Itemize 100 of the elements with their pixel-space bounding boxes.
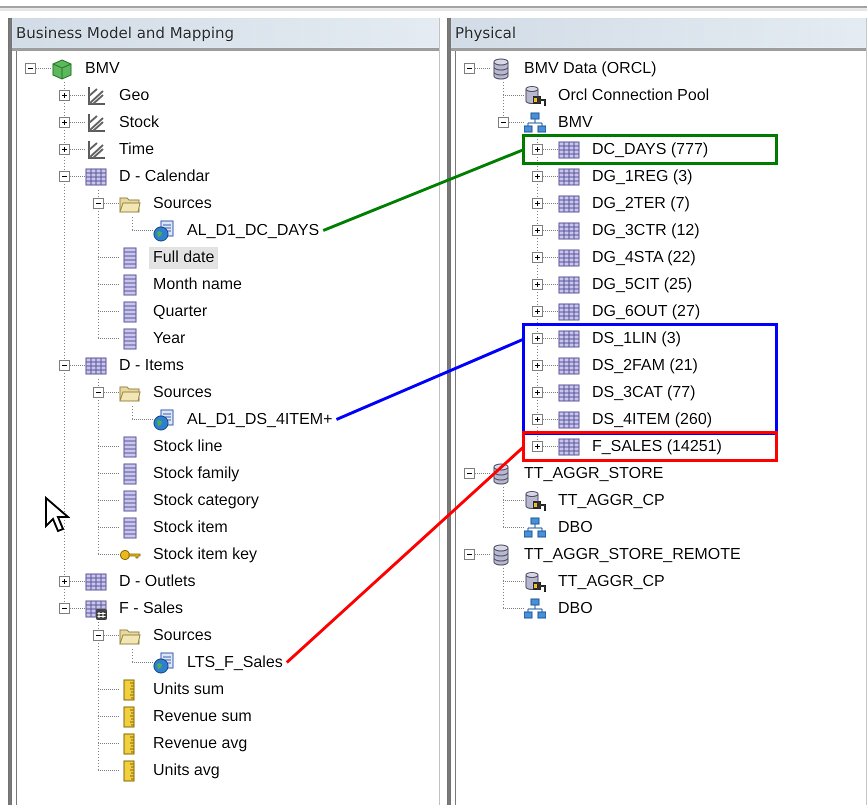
expand-toggle[interactable]: [532, 333, 543, 344]
hierarchy-icon: [85, 138, 107, 160]
expand-toggle[interactable]: [532, 198, 543, 209]
expand-toggle[interactable]: [532, 225, 543, 236]
table-icon: [558, 436, 580, 458]
tree-item[interactable]: DG_4STA (22): [588, 246, 700, 268]
expand-toggle[interactable]: [532, 144, 543, 155]
expand-toggle[interactable]: [59, 90, 70, 101]
globe-document-icon: [153, 408, 175, 430]
tree-item[interactable]: Stock item key: [149, 544, 262, 566]
collapse-toggle[interactable]: [93, 198, 104, 209]
hierarchy-icon: [85, 84, 107, 106]
tree-item[interactable]: BMV Data (ORCL): [520, 58, 660, 80]
tree-item[interactable]: D - Items: [115, 354, 188, 376]
collapse-toggle[interactable]: [59, 171, 70, 182]
tree-item[interactable]: BMV: [81, 58, 124, 80]
tree-item[interactable]: DG_3CTR (12): [588, 220, 704, 242]
tree-item[interactable]: DG_1REG (3): [588, 166, 696, 188]
database-plug-icon: [524, 84, 546, 106]
tree-item[interactable]: TT_AGGR_CP: [554, 570, 669, 592]
collapse-toggle[interactable]: [25, 63, 36, 74]
tree-item[interactable]: Month name: [149, 274, 246, 296]
database-plug-icon: [524, 570, 546, 592]
network-icon: [524, 516, 546, 538]
tree-item[interactable]: F_SALES (14251): [588, 436, 726, 458]
table-icon: [558, 382, 580, 404]
panel-title: Physical: [451, 18, 866, 51]
tree-item[interactable]: Stock: [115, 112, 164, 134]
tree-item[interactable]: D - Calendar: [115, 166, 214, 188]
tree-item[interactable]: Stock family: [149, 462, 244, 484]
globe-document-icon: [153, 220, 175, 242]
tree-item[interactable]: Year: [149, 328, 190, 350]
table-icon: [558, 166, 580, 188]
collapse-toggle[interactable]: [93, 387, 104, 398]
table-icon: [85, 570, 107, 592]
table-icon: [558, 354, 580, 376]
tree-item[interactable]: Sources: [149, 192, 216, 214]
tree-item[interactable]: Quarter: [149, 300, 212, 322]
tree-item[interactable]: DS_4ITEM (260): [588, 408, 716, 430]
tree-item[interactable]: DG_5CIT (25): [588, 274, 696, 296]
tree-item[interactable]: TT_AGGR_STORE: [520, 462, 668, 484]
tree-item[interactable]: Sources: [149, 624, 216, 646]
tree-item[interactable]: Units avg: [149, 760, 224, 782]
tree-item[interactable]: Geo: [115, 84, 154, 106]
globe-document-icon: [153, 652, 175, 674]
expand-toggle[interactable]: [532, 306, 543, 317]
table-icon: [558, 328, 580, 350]
tree-item[interactable]: Full date: [149, 246, 218, 268]
tree-item[interactable]: DC_DAYS (777): [588, 138, 712, 160]
tree-item[interactable]: Stock line: [149, 436, 226, 458]
collapse-toggle[interactable]: [59, 603, 70, 614]
table-icon: [85, 354, 107, 376]
collapse-toggle[interactable]: [59, 360, 70, 371]
tree-item[interactable]: DG_2TER (7): [588, 192, 694, 214]
hierarchy-icon: [85, 112, 107, 134]
collapse-toggle[interactable]: [464, 63, 475, 74]
expand-toggle[interactable]: [59, 576, 70, 587]
collapse-toggle[interactable]: [93, 630, 104, 641]
tree-item[interactable]: Revenue avg: [149, 732, 252, 754]
expand-toggle[interactable]: [532, 252, 543, 263]
tree-item[interactable]: DS_3CAT (77): [588, 382, 700, 404]
expand-toggle[interactable]: [532, 387, 543, 398]
expand-toggle[interactable]: [59, 117, 70, 128]
tree-item[interactable]: Sources: [149, 382, 216, 404]
tree-item[interactable]: Orcl Connection Pool: [554, 84, 714, 106]
table-icon: [558, 274, 580, 296]
expand-toggle[interactable]: [532, 360, 543, 371]
tree-item[interactable]: AL_D1_DC_DAYS: [183, 220, 324, 242]
expand-toggle[interactable]: [59, 144, 70, 155]
table-icon: [558, 246, 580, 268]
tree-item[interactable]: AL_D1_DS_4ITEM+: [183, 408, 336, 430]
fact-table-icon: [85, 598, 107, 620]
tree-item[interactable]: LTS_F_Sales: [183, 652, 287, 674]
tree-item[interactable]: DG_6OUT (27): [588, 300, 704, 322]
tree-item[interactable]: Stock item: [149, 516, 232, 538]
table-icon: [558, 138, 580, 160]
network-icon: [524, 112, 546, 134]
database-plug-icon: [524, 490, 546, 512]
tree-item[interactable]: DS_2FAM (21): [588, 354, 702, 376]
tree-item[interactable]: TT_AGGR_CP: [554, 490, 669, 512]
tree-item[interactable]: Time: [115, 138, 158, 160]
expand-toggle[interactable]: [532, 414, 543, 425]
tree-item[interactable]: Stock category: [149, 490, 263, 512]
collapse-toggle[interactable]: [498, 117, 509, 128]
tree-item[interactable]: DS_1LIN (3): [588, 328, 685, 350]
tree-item[interactable]: DBO: [554, 516, 597, 538]
tree-item[interactable]: BMV: [554, 112, 597, 134]
expand-toggle[interactable]: [532, 441, 543, 452]
tree-item[interactable]: Revenue sum: [149, 706, 256, 728]
tree-item[interactable]: TT_AGGR_STORE_REMOTE: [520, 544, 745, 566]
tree-item[interactable]: F - Sales: [115, 598, 188, 620]
tree-item[interactable]: DBO: [554, 598, 597, 620]
collapse-toggle[interactable]: [464, 468, 475, 479]
collapse-toggle[interactable]: [464, 549, 475, 560]
cube-icon: [51, 58, 73, 80]
tree-item[interactable]: D - Outlets: [115, 570, 200, 592]
panel-title: Business Model and Mapping: [12, 18, 439, 51]
expand-toggle[interactable]: [532, 279, 543, 290]
tree-item[interactable]: Units sum: [149, 678, 228, 700]
expand-toggle[interactable]: [532, 171, 543, 182]
